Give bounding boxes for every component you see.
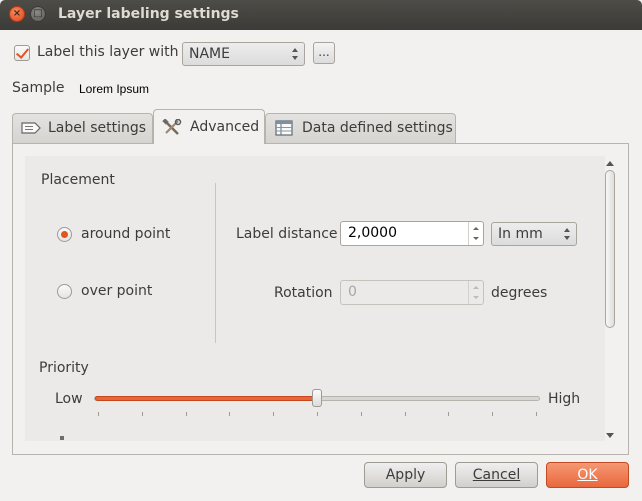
vertical-scrollbar[interactable] [604,156,616,442]
slider-tick [360,412,362,416]
rotation-label: Rotation [274,285,333,301]
label-distance-value: 2,0000 [348,225,397,241]
spin-arrows-icon [468,281,483,304]
priority-slider-handle[interactable] [312,389,322,407]
around-point-radio[interactable] [57,227,72,242]
tab-advanced[interactable]: Advanced [153,109,265,144]
window-title: Layer labeling settings [58,6,239,22]
tab-advanced-label: Advanced [190,119,260,135]
priority-heading: Priority [39,360,89,376]
rotation-units-label: degrees [491,285,548,301]
combo-arrows-icon [292,47,299,61]
over-point-radio[interactable] [57,284,72,299]
tab-label-settings-label: Label settings [48,120,147,136]
spin-arrows-icon[interactable] [468,222,483,245]
placement-divider [215,183,216,343]
slider-tick [492,412,494,416]
slider-tick [98,412,99,416]
field-combo-value: NAME [189,46,230,62]
tab-data-defined-settings[interactable]: Data defined settings [265,113,456,143]
scroll-up-icon[interactable] [606,161,614,166]
slider-tick [229,412,231,416]
dialog-window: × □ Layer labeling settings Label this l… [0,0,642,501]
slider-tick [536,412,537,416]
slider-tick [404,412,406,416]
priority-high-label: High [548,391,581,407]
maximize-icon[interactable]: □ [30,6,46,22]
around-point-label[interactable]: around point [81,226,170,242]
scrollbar-thumb[interactable] [605,170,615,328]
units-combo-value: In mm [498,226,543,242]
units-combo[interactable]: In mm [491,222,577,246]
apply-button[interactable]: Apply [364,462,447,488]
rotation-value: 0 [348,284,357,300]
clipped-text-fragment [60,436,64,440]
tab-label-settings[interactable]: Label settings [12,113,153,143]
priority-low-label: Low [55,391,83,407]
checkmark-icon [15,45,30,59]
label-layer-checkbox-label[interactable]: Label this layer with [37,44,179,60]
table-icon [275,120,293,136]
label-settings-icon [21,122,41,134]
slider-tick [185,412,187,416]
slider-tick [273,412,275,416]
next-section-clip [24,436,94,442]
field-combo[interactable]: NAME [182,42,305,66]
tools-icon [162,119,182,135]
slider-tick [448,412,450,416]
label-distance-spinbox[interactable]: 2,0000 [340,221,484,246]
label-layer-checkbox[interactable] [14,45,30,61]
ok-button[interactable]: OK [546,462,629,488]
scroll-down-icon[interactable] [606,433,614,438]
placement-heading: Placement [41,172,115,188]
title-bar: × □ Layer labeling settings [0,0,642,30]
sample-label: Sample [12,80,65,96]
cancel-button[interactable]: Cancel [455,462,538,488]
over-point-label[interactable]: over point [81,283,152,299]
cancel-button-label: Cancel [472,467,521,483]
label-distance-label: Label distance [236,226,338,242]
slider-tick [317,412,318,416]
expression-button[interactable]: ... [313,42,335,64]
close-icon[interactable]: × [9,6,25,22]
ok-button-label: OK [577,467,598,483]
rotation-spinbox: 0 [340,280,484,305]
slider-tick [141,412,143,416]
tab-data-defined-settings-label: Data defined settings [302,120,453,136]
priority-slider-fill [95,396,318,401]
combo-arrows-icon [564,227,571,241]
sample-text: Lorem Ipsum [79,82,150,96]
